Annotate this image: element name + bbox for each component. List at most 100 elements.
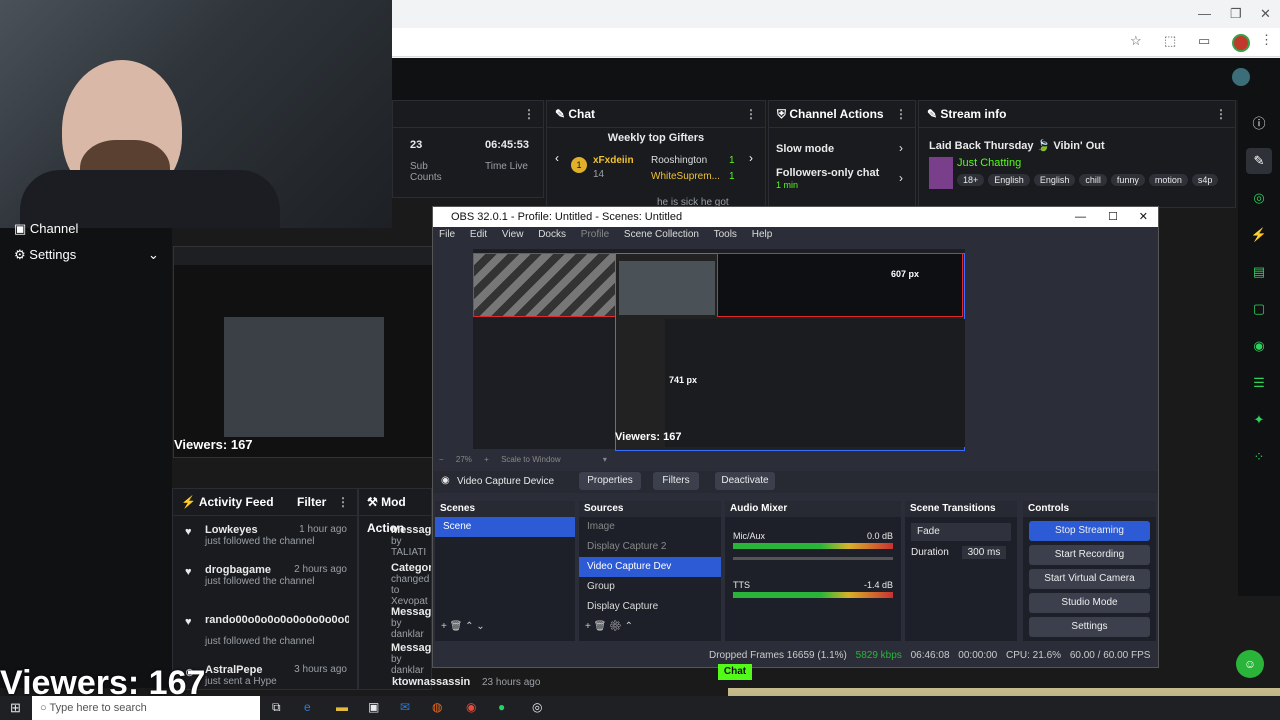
menu-icon[interactable]: ⋮ [1260,32,1273,48]
start-recording-button[interactable]: Start Recording [1029,545,1150,565]
stop-streaming-button[interactable]: Stop Streaming [1029,521,1150,541]
source-group[interactable]: Group [579,577,721,597]
settings-button[interactable]: Settings [1029,617,1150,637]
start-virtual-camera-button[interactable]: Start Virtual Camera [1029,569,1150,589]
followers-only-label[interactable]: Followers-only chat [776,167,879,179]
avatar[interactable] [1232,68,1250,86]
feed-user[interactable]: rando00o0o0o0o0o0o0o0o0o0 [205,614,349,626]
zoom-out-icon[interactable]: − [439,455,444,464]
down-icon[interactable]: ⌄ [476,621,484,632]
extension-icon[interactable]: ⬚ [1164,33,1176,49]
menu-profile[interactable]: Profile [581,229,609,240]
duration-input[interactable]: 300 ms [961,546,1007,559]
media-icon[interactable]: ▭ [1198,33,1210,49]
add-icon[interactable]: + [585,621,594,632]
image-source[interactable] [473,253,617,317]
prev-icon[interactable]: ‹ [555,151,559,165]
sidebar-item-settings[interactable]: ⚙ Settings ⌄ [0,242,172,268]
spotify-icon[interactable]: ● [498,700,505,714]
wrench-icon[interactable]: ✦ [1246,407,1272,433]
trash-icon[interactable]: 🗑 [450,621,465,632]
chat-bubble-icon[interactable]: ▢ [1246,296,1272,322]
deactivate-button[interactable]: Deactivate [715,472,775,490]
display-capture-source[interactable] [717,253,963,317]
profile-icon[interactable] [1232,34,1250,52]
properties-button[interactable]: Properties [579,472,641,490]
support-icon[interactable]: ☺ [1236,650,1264,678]
tag[interactable]: 18+ [957,174,985,186]
gifter-name[interactable]: WhiteSuprem... [651,171,720,182]
slow-mode-label[interactable]: Slow mode [776,143,834,155]
maximize-icon[interactable]: ☐ [1108,207,1118,227]
filter-button[interactable]: Filter [297,489,326,515]
broadcast-icon[interactable]: ◉ [1246,333,1272,359]
folder-icon[interactable]: ▬ [336,700,348,714]
category-link[interactable]: Just Chatting [957,157,1021,169]
gifter-name[interactable]: xFxdeiin [593,155,634,166]
studio-mode-button[interactable]: Studio Mode [1029,593,1150,613]
taskbar-search[interactable]: ○ Type here to search [32,696,260,720]
layout-icon[interactable]: ☰ [1246,370,1272,396]
next-icon[interactable]: › [749,151,753,165]
zoom-in-icon[interactable]: + [484,455,489,464]
dropdown-icon[interactable]: ▾ [603,455,607,464]
menu-view[interactable]: View [502,229,524,240]
chrome-icon[interactable]: ◉ [466,700,476,714]
tag[interactable]: motion [1148,174,1188,186]
info-icon[interactable]: ⓘ [1246,111,1272,137]
source-item[interactable]: Display Capture [579,597,721,617]
tag[interactable]: chill [1079,174,1107,186]
mod-user[interactable]: ktownassassin [392,676,470,688]
chevron-right-icon[interactable]: › [899,171,903,185]
more-icon[interactable]: ⋮ [745,101,757,127]
store-icon[interactable]: ▣ [368,700,379,714]
minimize-icon[interactable]: — [1075,207,1086,227]
firefox-icon[interactable]: ◍ [432,700,442,714]
star-icon[interactable]: ☆ [1130,33,1142,49]
trash-icon[interactable]: 🗑 [594,621,609,632]
obs-icon[interactable]: ◎ [532,700,542,714]
tag[interactable]: s4p [1191,174,1219,186]
tag[interactable]: English [1033,174,1076,186]
tag[interactable]: English [988,174,1030,186]
menu-docks[interactable]: Docks [538,229,566,240]
chevron-down-icon[interactable]: ⌄ [148,242,159,268]
more-icon[interactable]: ⋮ [895,101,907,127]
task-view-icon[interactable]: ⧉ [272,700,281,715]
add-icon[interactable]: + [441,621,450,632]
nodes-icon[interactable]: ⁘ [1246,444,1272,470]
menu-file[interactable]: File [439,229,455,240]
menu-scene-collection[interactable]: Scene Collection [624,229,699,240]
chat-button[interactable]: Chat [718,664,752,680]
gifter-name[interactable]: Rooshington [651,155,707,166]
minimize-icon[interactable]: — [1198,6,1211,21]
transition-select[interactable]: Fade [911,523,1011,541]
scene-item[interactable]: Scene [435,517,575,537]
mail-icon[interactable]: ✉ [400,700,410,714]
edge-icon[interactable]: e [304,700,311,714]
bolt-icon[interactable]: ⚡ [1246,222,1272,248]
chevron-right-icon[interactable]: › [899,141,903,155]
more-icon[interactable]: ⋮ [523,101,535,127]
windows-start-icon[interactable]: ⊞ [10,700,21,716]
pen-icon[interactable]: ✎ [1246,148,1272,174]
tag[interactable]: funny [1110,174,1145,186]
up-icon[interactable]: ⌃ [465,621,476,632]
menu-help[interactable]: Help [752,229,773,240]
menu-tools[interactable]: Tools [714,229,737,240]
close-icon[interactable]: ✕ [1139,207,1148,227]
address-bar[interactable]: ☆ ⬚ ▭ ⋮ [392,28,1280,57]
source-item[interactable]: Image [579,517,721,537]
source-item[interactable]: Video Capture Dev [579,557,721,577]
up-icon[interactable]: ⌃ [625,621,633,632]
restore-icon[interactable]: ❐ [1230,6,1242,22]
menu-edit[interactable]: Edit [470,229,487,240]
target-icon[interactable]: ◎ [1246,185,1272,211]
source-item[interactable]: Display Capture 2 [579,537,721,557]
document-icon[interactable]: ▤ [1246,259,1272,285]
more-icon[interactable]: ⋮ [1215,101,1227,127]
scale-mode[interactable]: Scale to Window [501,455,561,464]
filters-button[interactable]: Filters [653,472,699,490]
obs-preview-canvas[interactable]: 607 px 741 px Viewers: 167 [473,249,965,451]
more-icon[interactable]: ⋮ [337,489,349,515]
